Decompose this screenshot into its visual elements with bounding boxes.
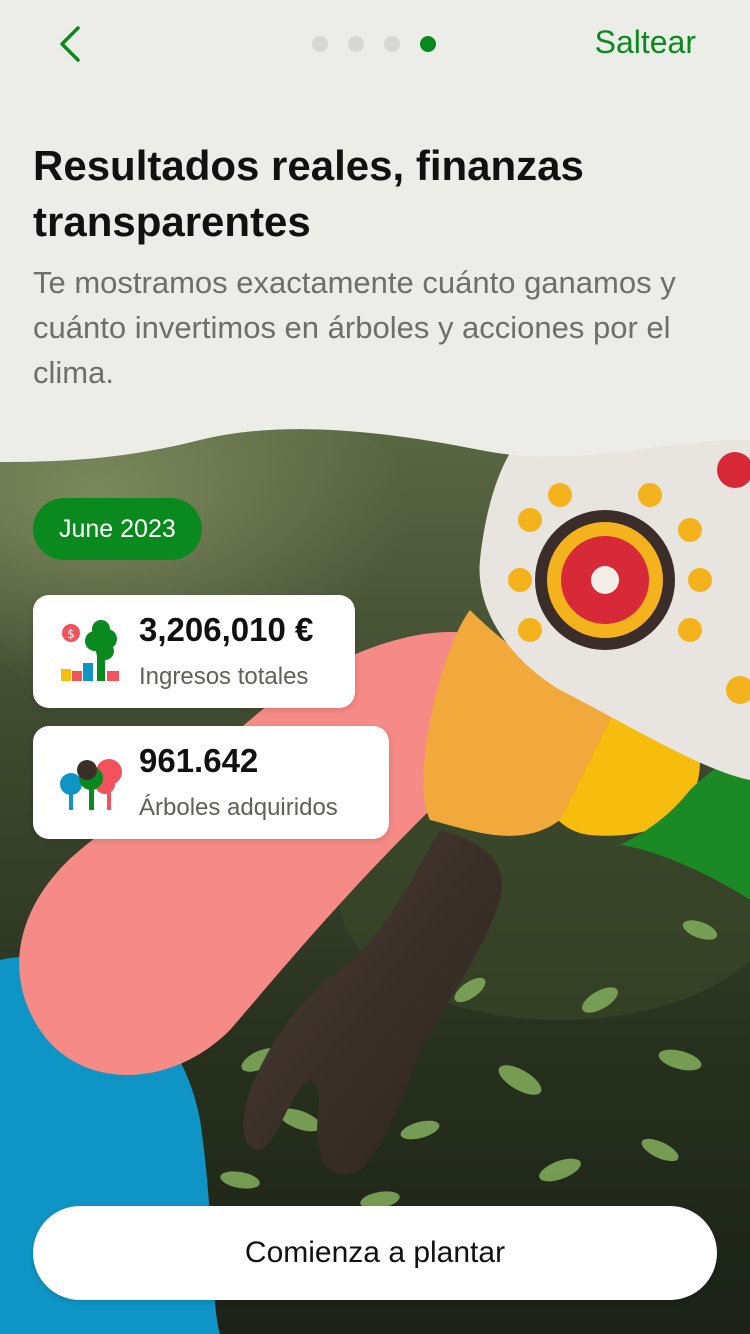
page-dot — [384, 36, 400, 52]
back-button[interactable] — [48, 20, 96, 68]
revenue-card: $ 3,206,010 € Ingresos totales — [33, 595, 355, 708]
trees-label: Árboles adquiridos — [139, 794, 338, 821]
revenue-label: Ingresos totales — [139, 663, 309, 690]
svg-text:$: $ — [67, 627, 75, 641]
start-planting-button[interactable]: Comienza a plantar — [33, 1206, 717, 1300]
chevron-left-icon — [60, 26, 80, 62]
page-dot — [312, 36, 328, 52]
trees-card: 961.642 Árboles adquiridos — [33, 726, 389, 839]
onboarding-screen: Saltear Resultados reales, finanzas tran… — [0, 0, 750, 1334]
trees-icon — [60, 759, 122, 810]
skip-button[interactable]: Saltear — [595, 24, 696, 61]
page-dot — [348, 36, 364, 52]
page-title: Resultados reales, finanzas transparente… — [33, 142, 584, 245]
page-dot-active — [420, 36, 436, 52]
finance-tree-icon: $ — [61, 620, 119, 681]
page-indicator — [312, 36, 436, 52]
revenue-value: 3,206,010 € — [139, 611, 314, 648]
trees-value: 961.642 — [139, 742, 259, 779]
page-subtitle: Te mostramos exactamente cuánto ganamos … — [33, 265, 676, 390]
report-month-badge: June 2023 — [33, 498, 202, 560]
